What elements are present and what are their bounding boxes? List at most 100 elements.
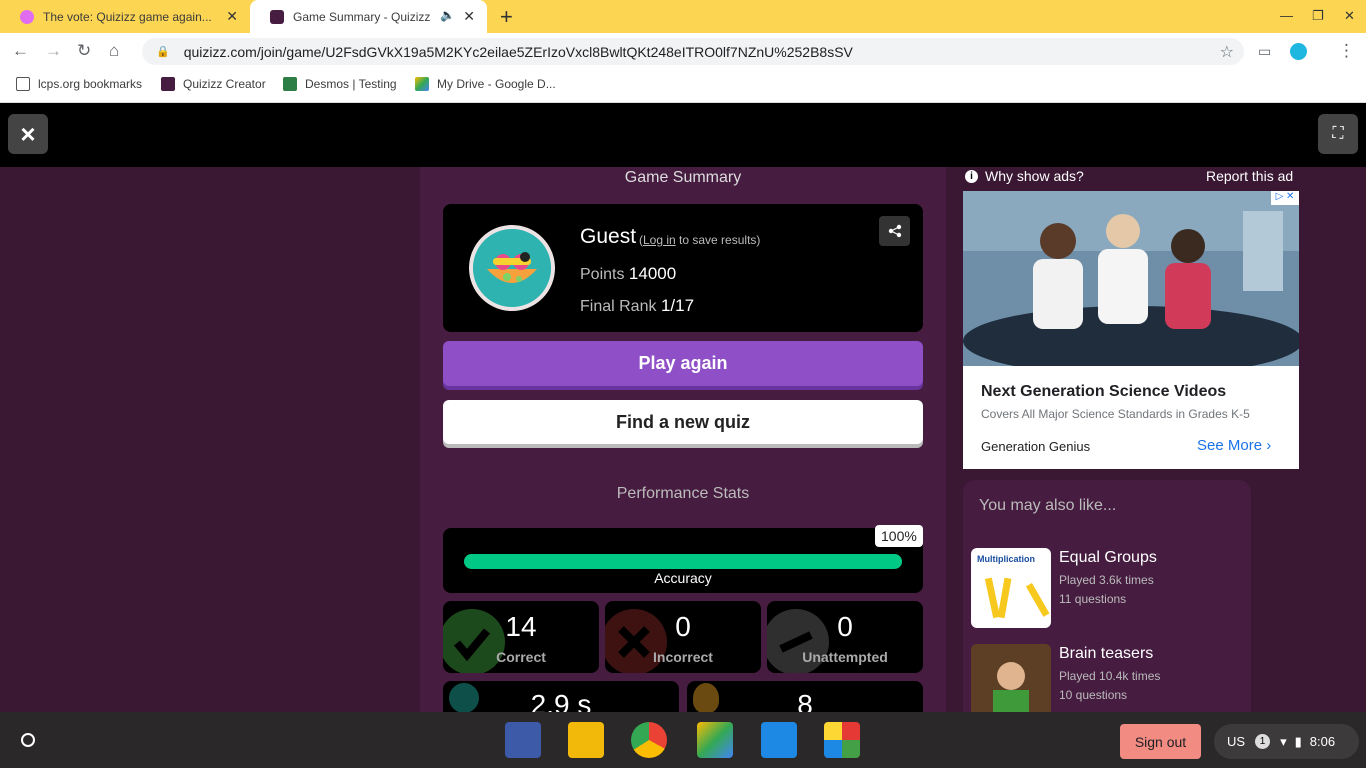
quiz-played-count: Played 3.6k times: [1059, 573, 1154, 587]
launcher-button[interactable]: [10, 722, 46, 758]
extension-icon[interactable]: [1290, 43, 1307, 60]
minimize-icon[interactable]: —: [1280, 8, 1293, 23]
find-new-quiz-button[interactable]: Find a new quiz: [443, 400, 923, 444]
unattempted-count: 0: [837, 611, 853, 642]
close-game-button[interactable]: ×: [8, 114, 48, 154]
bookmark-label: lcps.org bookmarks: [38, 77, 143, 91]
quiz-played-count: Played 10.4k times: [1059, 669, 1161, 683]
rank-row: Final Rank 1/17: [580, 296, 694, 316]
incorrect-count: 0: [675, 611, 691, 642]
fullscreen-button[interactable]: ⛶: [1318, 114, 1358, 154]
bookmark-lcps[interactable]: lcps.org bookmarks: [16, 77, 142, 91]
share-icon: [888, 224, 901, 238]
lcps-go-app-icon[interactable]: [505, 722, 541, 758]
bookmark-desmos[interactable]: Desmos | Testing: [283, 77, 397, 91]
close-window-icon[interactable]: ✕: [1344, 8, 1355, 24]
performance-stats-title: Performance Stats: [616, 485, 750, 502]
time-per-question-stat: 2.9 s: [443, 681, 679, 712]
quiz-question-count: 11 questions: [1059, 592, 1127, 606]
close-tab-icon[interactable]: ✕: [226, 8, 238, 25]
recommendations-title: You may also like...: [979, 497, 1117, 514]
forward-icon[interactable]: →: [45, 41, 62, 61]
cstimer-app-icon[interactable]: [824, 722, 860, 758]
streak-value: 8: [797, 689, 813, 712]
clock: 8:06: [1309, 734, 1336, 749]
cast-icon[interactable]: ▭: [1258, 43, 1271, 60]
recommendation-item[interactable]: Multiplication Equal Groups Played 3.6k …: [971, 548, 1243, 628]
battery-icon: ▮: [1294, 733, 1302, 749]
new-tab-button[interactable]: +: [500, 4, 513, 30]
accuracy-bar-fill: [464, 554, 902, 569]
close-tab-icon[interactable]: ✕: [463, 8, 475, 25]
why-show-ads-label: Why show ads?: [985, 168, 1084, 184]
browser-tab-bar: The vote: Quizizz game again... ✕ Game S…: [0, 0, 1366, 33]
ad-choices-icon[interactable]: ▷ ✕: [1271, 191, 1299, 205]
reload-icon[interactable]: ↻: [77, 41, 91, 61]
chrome-app-icon[interactable]: [631, 722, 667, 758]
back-icon[interactable]: ←: [12, 41, 29, 61]
chevron-right-icon: ›: [1266, 437, 1272, 454]
incorrect-label: Incorrect: [653, 649, 713, 665]
sign-out-button[interactable]: Sign out: [1120, 724, 1201, 759]
bookmark-google-drive[interactable]: My Drive - Google D...: [415, 77, 556, 91]
login-suffix: to save results): [675, 233, 761, 247]
accuracy-label: Accuracy: [654, 570, 712, 586]
ad-brand: Generation Genius: [981, 439, 1091, 454]
system-tray[interactable]: US 1 ▾ ▮ 8:06: [1214, 724, 1359, 759]
correct-stat: 14 Correct: [443, 601, 599, 673]
lock-icon: 🔒: [156, 46, 170, 58]
quiz-question-count: 10 questions: [1059, 688, 1128, 702]
ad-title: Next Generation Science Videos: [981, 383, 1227, 400]
tab-game-summary[interactable]: Game Summary - Quizizz 🔈 ✕: [250, 0, 487, 33]
desmos-icon: [283, 77, 297, 91]
quizizz-favicon-icon: [270, 9, 284, 24]
input-locale: US: [1227, 734, 1246, 749]
correct-label: Correct: [496, 649, 546, 665]
quiz-thumbnail: Multiplication: [971, 548, 1051, 628]
share-button[interactable]: [879, 216, 910, 246]
left-gutter: [0, 167, 420, 712]
bookmarks-bar: lcps.org bookmarks Quizizz Creator Desmo…: [0, 70, 1366, 103]
play-again-button[interactable]: Play again: [443, 341, 923, 386]
wifi-icon: ▾: [1280, 733, 1287, 749]
unattempted-stat: 0 Unattempted: [767, 601, 923, 673]
login-link[interactable]: Log in: [643, 233, 676, 247]
accuracy-card: 100% Accuracy: [443, 525, 923, 593]
correct-count: 14: [505, 611, 537, 642]
tab-vote[interactable]: The vote: Quizizz game again... ✕: [0, 0, 250, 33]
menu-icon[interactable]: ⋮: [1338, 41, 1355, 61]
speaker-muted-icon[interactable]: 🔈: [440, 8, 455, 22]
report-ad-link[interactable]: Report this ad: [1206, 168, 1293, 184]
tab-title: Game Summary - Quizizz: [293, 9, 431, 24]
home-icon[interactable]: ⌂: [109, 41, 119, 61]
points-row: Points 14000: [580, 264, 676, 284]
google-classroom-app-icon[interactable]: [568, 722, 604, 758]
screencastify-app-icon[interactable]: [761, 722, 797, 758]
bookmark-label: My Drive - Google D...: [437, 77, 556, 91]
google-drive-app-icon[interactable]: [697, 722, 733, 758]
unattempted-label: Unattempted: [802, 649, 888, 665]
notification-badge: 1: [1255, 734, 1271, 749]
points-value: 14000: [628, 264, 677, 283]
ad-see-more-link[interactable]: See More ›: [1197, 437, 1271, 454]
why-show-ads-link[interactable]: i Why show ads?: [965, 168, 1084, 184]
time-value: 2.9 s: [530, 689, 592, 712]
ad-cta-label: See More: [1197, 437, 1263, 454]
restore-icon[interactable]: ❐: [1312, 8, 1324, 24]
game-summary-panel[interactable]: Game Summary Guest (Log in to save resul…: [420, 167, 946, 712]
bookmark-quizizz-creator[interactable]: Quizizz Creator: [161, 77, 266, 91]
points-label: Points: [580, 266, 625, 283]
player-name: Guest: [580, 225, 637, 248]
quiz-title: Brain teasers: [1059, 645, 1154, 662]
google-drive-icon: [415, 77, 429, 91]
quiz-title: Equal Groups: [1059, 549, 1157, 566]
address-bar[interactable]: 🔒 quizizz.com/join/game/U2FsdGVkX19a5M2K…: [142, 38, 1244, 65]
advertisement[interactable]: ▷ ✕ Next Generation Science Videos Cover…: [963, 191, 1299, 469]
close-icon: ×: [20, 118, 36, 149]
info-icon: i: [965, 169, 978, 183]
ad-subtitle: Covers All Major Science Standards in Gr…: [981, 407, 1250, 421]
bookmark-star-icon[interactable]: ☆: [1220, 42, 1234, 62]
fullscreen-icon: ⛶: [1332, 125, 1344, 142]
bookmark-label: Desmos | Testing: [305, 77, 397, 91]
accuracy-percent: 100%: [875, 525, 923, 547]
